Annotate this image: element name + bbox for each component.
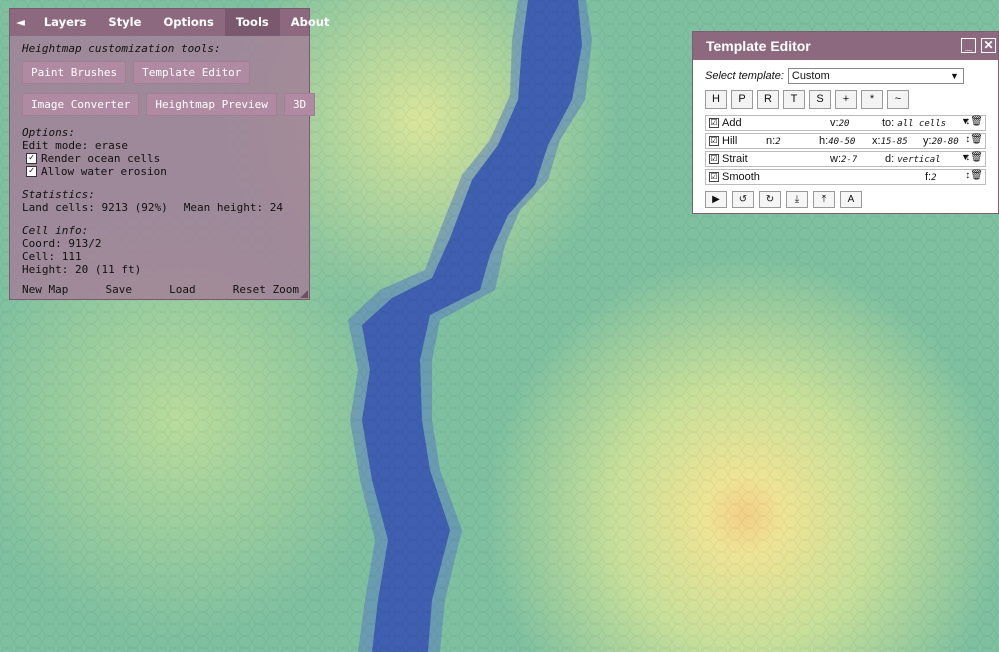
- template-editor-dialog: Template Editor _ ✕ Select template: Cus…: [692, 31, 999, 214]
- select-template-label: Select template:: [705, 70, 784, 82]
- x-input[interactable]: 15-85: [881, 137, 908, 147]
- cell-info: Cell: 111: [22, 250, 82, 263]
- template-step-add[interactable]: ☑ Add v:20 to: all cells ▼ ↕🗑: [705, 115, 986, 131]
- add-strait-button[interactable]: S: [809, 90, 831, 109]
- reorder-delete-icon[interactable]: ↕🗑: [965, 116, 983, 127]
- reorder-delete-icon[interactable]: ↕🗑: [965, 134, 983, 145]
- paint-brushes-button[interactable]: Paint Brushes: [22, 61, 127, 84]
- 3d-button[interactable]: 3D: [283, 93, 316, 116]
- template-select-value: Custom: [791, 70, 830, 82]
- land-cells-stat: Land cells: 9213 (92%): [22, 201, 168, 214]
- resize-handle[interactable]: [300, 290, 308, 298]
- reset-zoom-button[interactable]: Reset Zoom: [233, 283, 299, 296]
- options-panel: ◄ Layers Style Options Tools About Heigh…: [9, 8, 329, 300]
- step-checkbox[interactable]: ☑: [709, 154, 719, 164]
- render-ocean-label: Render ocean cells: [41, 152, 161, 165]
- template-actions: ▶ ↺ ↻ ⤓ ⤒ A: [705, 191, 986, 208]
- download-icon[interactable]: ⤓: [786, 191, 808, 208]
- field-label: n:: [766, 135, 776, 147]
- collapse-panel-button[interactable]: ◄: [10, 9, 33, 36]
- image-converter-button[interactable]: Image Converter: [22, 93, 140, 116]
- redo-icon[interactable]: ↻: [759, 191, 781, 208]
- dialog-title-bar[interactable]: Template Editor _ ✕: [693, 32, 998, 60]
- tab-about[interactable]: About: [280, 9, 341, 36]
- force-input[interactable]: 2: [931, 173, 936, 183]
- tab-tools[interactable]: Tools: [224, 9, 280, 36]
- field-label: w:: [830, 153, 841, 165]
- field-label: x:: [872, 135, 881, 147]
- checkbox-checked-icon: ✓: [26, 153, 37, 164]
- height-info: Height: 20 (11 ft): [22, 263, 142, 276]
- tools-heading: Heightmap customization tools:: [22, 42, 221, 55]
- heightmap-preview-button[interactable]: Heightmap Preview: [146, 93, 277, 116]
- options-title: Options:: [22, 126, 75, 139]
- step-name: Add: [722, 117, 742, 129]
- statistics-title: Statistics:: [22, 188, 95, 201]
- field-label: h:: [819, 135, 829, 147]
- reorder-delete-icon[interactable]: ↕🗑: [965, 170, 983, 181]
- reorder-delete-icon[interactable]: ↕🗑: [965, 152, 983, 163]
- edit-mode-label: Edit mode: erase: [22, 139, 128, 152]
- water-erosion-label: Allow water erosion: [41, 165, 167, 178]
- template-step-strait[interactable]: ☑ Strait w:2-7 d: vertical ▼ ↕🗑: [705, 151, 986, 167]
- close-icon[interactable]: ✕: [981, 38, 996, 53]
- water-erosion-checkbox[interactable]: ✓ Allow water erosion: [26, 165, 297, 178]
- field-label: to:: [882, 117, 895, 129]
- step-name: Smooth: [722, 171, 760, 183]
- step-checkbox[interactable]: ☑: [709, 136, 719, 146]
- run-icon[interactable]: ▶: [705, 191, 727, 208]
- value-input[interactable]: 20: [839, 119, 850, 129]
- add-pit-button[interactable]: P: [731, 90, 753, 109]
- width-input[interactable]: 2-7: [841, 155, 857, 165]
- add-smooth-button[interactable]: ~: [887, 90, 909, 109]
- bottom-bar: New Map Save Load Reset Zoom: [22, 283, 299, 296]
- template-editor-button[interactable]: Template Editor: [133, 61, 251, 84]
- y-input[interactable]: 20-80: [932, 137, 959, 147]
- count-input[interactable]: 2: [775, 137, 780, 147]
- step-type-buttons: H P R T S + * ~: [705, 90, 986, 109]
- template-step-hill[interactable]: ☑ Hill n:2 h:40-50 x:15-85 y:20-80 ↕🗑: [705, 133, 986, 149]
- tab-layers[interactable]: Layers: [33, 9, 98, 36]
- step-checkbox[interactable]: ☑: [709, 172, 719, 182]
- step-name: Strait: [722, 153, 748, 165]
- new-map-button[interactable]: New Map: [22, 283, 68, 296]
- checkbox-checked-icon: ✓: [26, 166, 37, 177]
- template-step-smooth[interactable]: ☑ Smooth f:2 ↕🗑: [705, 169, 986, 185]
- save-button[interactable]: Save: [105, 283, 132, 296]
- field-label: y:: [923, 135, 932, 147]
- dialog-title: Template Editor: [706, 38, 811, 54]
- add-trough-button[interactable]: T: [783, 90, 805, 109]
- add-multiply-button[interactable]: *: [861, 90, 883, 109]
- add-range-button[interactable]: R: [757, 90, 779, 109]
- upload-icon[interactable]: ⤒: [813, 191, 835, 208]
- menu-tabs: ◄ Layers Style Options Tools About: [10, 9, 329, 36]
- compass-icon[interactable]: A: [840, 191, 862, 208]
- coord-info: Coord: 913/2: [22, 237, 102, 250]
- add-add-button[interactable]: +: [835, 90, 857, 109]
- load-button[interactable]: Load: [169, 283, 196, 296]
- step-checkbox[interactable]: ☑: [709, 118, 719, 128]
- target-select[interactable]: all cells: [897, 119, 946, 129]
- mean-height-stat: Mean height: 24: [183, 201, 284, 214]
- undo-icon[interactable]: ↺: [732, 191, 754, 208]
- add-hill-button[interactable]: H: [705, 90, 727, 109]
- direction-select[interactable]: vertical: [897, 155, 940, 165]
- render-ocean-checkbox[interactable]: ✓ Render ocean cells: [26, 152, 297, 165]
- tab-style[interactable]: Style: [97, 9, 152, 36]
- template-select[interactable]: Custom ▼: [787, 68, 964, 84]
- template-steps: ☑ Add v:20 to: all cells ▼ ↕🗑 ☑ Hill n:2…: [705, 115, 986, 185]
- cell-info-title: Cell info:: [22, 224, 89, 237]
- field-label: d:: [885, 153, 895, 165]
- step-name: Hill: [722, 135, 738, 147]
- chevron-down-icon: ▼: [949, 71, 959, 81]
- tab-options[interactable]: Options: [152, 9, 224, 36]
- minimize-button[interactable]: _: [961, 38, 976, 53]
- height-input[interactable]: 40-50: [828, 137, 855, 147]
- field-label: v:: [830, 117, 839, 129]
